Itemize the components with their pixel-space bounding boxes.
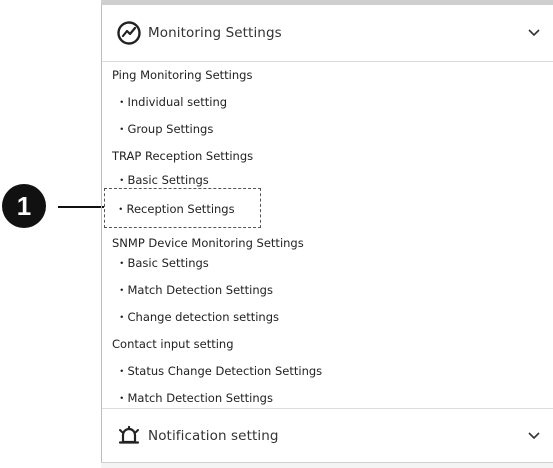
settings-menu-panel: Monitoring Settings Ping Monitoring Sett…: [101, 0, 553, 468]
monitoring-graph-icon: [117, 21, 141, 45]
menu-item-trap-basic-settings[interactable]: ・Basic Settings: [116, 173, 209, 187]
menu-item-individual-setting[interactable]: ・Individual setting: [116, 95, 227, 109]
menu-item-contact-input-setting[interactable]: Contact input setting: [112, 337, 234, 351]
menu-item-snmp-match-detection-settings[interactable]: ・Match Detection Settings: [116, 283, 273, 297]
callout-number: 1: [17, 191, 31, 221]
menu-item-contact-match-detection-settings[interactable]: ・Match Detection Settings: [116, 391, 273, 405]
menu-item-snmp-basic-settings[interactable]: ・Basic Settings: [116, 256, 209, 270]
monitoring-settings-title: Monitoring Settings: [148, 25, 282, 41]
notification-setting-header[interactable]: Notification setting: [102, 408, 553, 462]
bell-icon: [118, 425, 140, 444]
chevron-down-icon[interactable]: [527, 431, 541, 441]
menu-item-group-settings[interactable]: ・Group Settings: [116, 122, 213, 136]
menu-item-change-detection-settings[interactable]: ・Change detection settings: [116, 310, 279, 324]
chevron-down-icon[interactable]: [527, 28, 541, 38]
menu-item-status-change-detection-settings[interactable]: ・Status Change Detection Settings: [116, 364, 322, 378]
panel-bottom-border: [101, 462, 553, 468]
callout-badge: 1: [2, 184, 46, 228]
menu-item-snmp-device-monitoring-settings[interactable]: SNMP Device Monitoring Settings: [112, 236, 304, 250]
callout-leader-line: [58, 206, 104, 208]
monitoring-settings-header[interactable]: Monitoring Settings: [102, 5, 553, 62]
menu-item-ping-monitoring-settings[interactable]: Ping Monitoring Settings: [112, 68, 252, 82]
menu-item-trap-reception-settings[interactable]: TRAP Reception Settings: [112, 149, 253, 163]
notification-setting-title: Notification setting: [148, 427, 279, 444]
menu-item-reception-settings[interactable]: ・Reception Settings: [115, 202, 235, 216]
